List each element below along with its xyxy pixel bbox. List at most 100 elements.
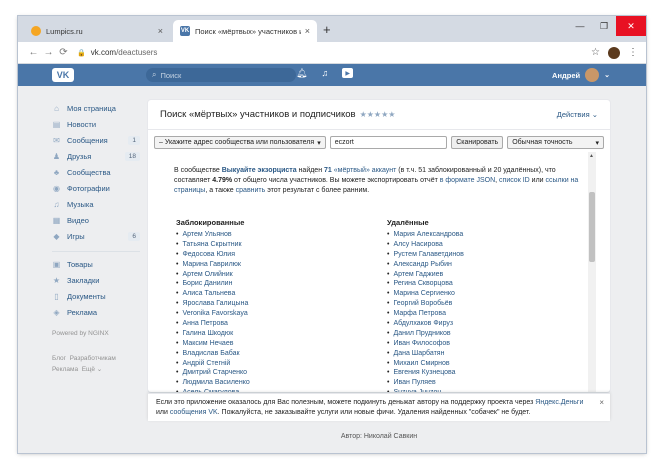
scrollbar-thumb[interactable] (589, 192, 595, 262)
sidebar-item-home[interactable]: ⌂ Моя страница (52, 100, 140, 116)
sidebar-item-video[interactable]: ▦ Видео (52, 212, 140, 228)
profile-link[interactable]: Дмитрий Старченко (176, 368, 250, 378)
reload-icon[interactable]: ⟳ (56, 47, 71, 58)
profile-link[interactable]: Иван Пуляев (387, 378, 464, 388)
tab-close-icon[interactable]: × (305, 26, 310, 36)
profile-link[interactable]: Иван Философов (387, 339, 464, 349)
group-link[interactable]: Выкуайте экзорциста (222, 167, 297, 174)
back-icon[interactable]: ← (26, 47, 41, 58)
source-select[interactable]: – Укажите адрес сообщества или пользоват… (154, 136, 326, 149)
close-notice-icon[interactable]: × (599, 398, 604, 408)
chevron-down-icon: ⌄ (604, 72, 610, 79)
export-json-link[interactable]: в формате JSON (440, 177, 495, 184)
sidebar-item-ads[interactable]: ◈ Реклама (52, 304, 140, 320)
scroll-up-icon[interactable]: ▲ (589, 153, 594, 159)
profile-link[interactable]: Регина Скворцова (387, 279, 464, 289)
profile-link[interactable]: Федосова Юлия (176, 250, 250, 260)
profile-link[interactable]: Рустем Галаветдинов (387, 250, 463, 260)
footer-link-dev[interactable]: Разработчикам (70, 355, 116, 362)
profile-link[interactable]: Ярослава Галицына (176, 299, 250, 309)
group-address-input[interactable]: eczort (329, 136, 448, 149)
vk-search-input[interactable]: ⌕ Поиск (146, 68, 296, 82)
profile-link[interactable]: Артем Олийник (176, 270, 250, 280)
url-field[interactable]: 🔒 vk.com/deactusers (77, 45, 591, 61)
profile-link[interactable]: Михаил Смирнов (387, 359, 464, 369)
compare-link[interactable]: сравнить (236, 187, 266, 194)
profile-link[interactable]: Данил Прудников (387, 329, 464, 339)
sidebar-item-games[interactable]: ◆ Игры 6 (52, 228, 140, 244)
profile-link[interactable]: Георгий Воробьёв (387, 299, 464, 309)
browser-menu-icon[interactable]: ⋮ (628, 47, 638, 58)
actions-dropdown[interactable]: Действия ⌄ (557, 110, 598, 119)
results-scrollbar[interactable]: ▲ (588, 152, 596, 392)
footer-link-more[interactable]: Ещё ⌄ (82, 366, 103, 373)
sidebar-item-news[interactable]: ▤ Новости (52, 116, 140, 132)
precision-label: Обычная точность (512, 139, 573, 146)
close-window-icon[interactable]: ✕ (616, 16, 646, 36)
profile-link[interactable]: Марина Сергиенко (387, 289, 464, 299)
profile-link[interactable]: Максим Нечаев (176, 339, 250, 349)
profile-link[interactable]: Марфа Петрова (387, 309, 464, 319)
yandex-money-link[interactable]: Яндекс.Деньги (535, 399, 583, 406)
profile-link[interactable]: Suzuya Juuzou (387, 388, 464, 392)
sidebar-item-market[interactable]: ▣ Товары (52, 256, 140, 272)
profile-link[interactable]: Татьяна Скрытник (176, 240, 250, 250)
profile-link[interactable]: Артем Гаджиев (387, 270, 464, 280)
tab-vk[interactable]: VK Поиск «мёртвых» участников и п × (173, 20, 317, 42)
sidebar-item-friends[interactable]: ♟ Друзья 18 (52, 148, 140, 164)
forward-icon[interactable]: → (41, 47, 56, 58)
blocked-heading: Заблокированные (176, 218, 245, 227)
profile-link[interactable]: Андрій Стегній (176, 359, 250, 369)
footer-link-blog[interactable]: Блог (52, 355, 66, 362)
sidebar-item-label: Реклама (67, 307, 98, 317)
extension-icon[interactable] (608, 46, 620, 59)
profile-link[interactable]: Дана Шарбатян (387, 349, 464, 359)
profile-link[interactable]: Людмила Василенко (176, 378, 249, 388)
sidebar-item-label: Видео (67, 215, 89, 225)
footer-link-ads[interactable]: Реклама (52, 366, 78, 373)
vk-logo[interactable]: VK (52, 68, 74, 82)
profile-link[interactable]: Алсу Насирова (387, 240, 464, 250)
profile-link[interactable]: Галина Шкодюк (176, 329, 250, 339)
play-icon[interactable]: ▶ (342, 68, 354, 78)
app-card: Поиск «мёртвых» участников и подписчиков… (148, 100, 610, 392)
precision-select[interactable]: Обычная точность ▾ (507, 136, 604, 149)
profile-link[interactable]: Алиса Тальнева (176, 289, 250, 299)
profile-link[interactable]: Марина Гаврилюк (176, 260, 250, 270)
sidebar-item-groups[interactable]: ♣ Сообщества (52, 164, 140, 180)
counter-badge: 18 (124, 151, 140, 161)
vk-messages-link[interactable]: сообщения VK (170, 409, 218, 416)
bookmark-star-icon[interactable]: ☆ (591, 47, 600, 58)
tab-lumpics[interactable]: Lumpics.ru × (24, 20, 170, 42)
user-menu[interactable]: Андрей ⌄ (552, 68, 610, 82)
profile-link[interactable]: Абдулхаков Фируз (387, 319, 464, 329)
dead-accounts-link[interactable]: «мёртвый» аккаунт (332, 167, 397, 174)
sidebar-item-photos[interactable]: ◉ Фотографии (52, 180, 140, 196)
dropdown-arrow-icon: ▾ (595, 139, 599, 147)
maximize-icon[interactable]: ❐ (592, 16, 616, 36)
vk-favicon-icon: VK (180, 26, 190, 36)
music-note-icon[interactable]: ♫ (321, 68, 328, 79)
scan-button[interactable]: Сканировать (451, 136, 504, 149)
sidebar-item-documents[interactable]: ▯ Документы (52, 288, 140, 304)
sidebar-item-bookmarks[interactable]: ★ Закладки (52, 272, 140, 288)
profile-link[interactable]: Евгения Кузнецова (387, 368, 464, 378)
new-tab-button[interactable]: + (323, 22, 331, 37)
minimize-icon[interactable]: — (568, 16, 592, 36)
profile-link[interactable]: Veronika Favorskaya (176, 309, 250, 319)
profile-link[interactable]: Асель Смагулова (176, 388, 250, 392)
sidebar-item-messages[interactable]: ✉ Сообщения 1 (52, 132, 140, 148)
profile-link[interactable]: Анна Петрова (176, 319, 250, 329)
sidebar-item-label: Сообщества (67, 167, 111, 177)
tab-close-icon[interactable]: × (158, 26, 163, 36)
profile-link[interactable]: Артем Ульянов (176, 230, 250, 240)
profile-link[interactable]: Борис Данилин (176, 279, 250, 289)
blocked-list: Артем УльяновТатьяна СкрытникФедосова Юл… (176, 230, 250, 392)
lock-icon: 🔒 (77, 49, 86, 57)
sidebar-item-music[interactable]: ♫ Музыка (52, 196, 140, 212)
profile-link[interactable]: Александр Рыбин (387, 260, 464, 270)
profile-link[interactable]: Владислав Бабак (176, 349, 250, 359)
export-ids-link[interactable]: список ID (499, 177, 530, 184)
profile-link[interactable]: Мария Александрова (387, 230, 464, 240)
notifications-bell-icon[interactable]: 🔔︎ (296, 68, 307, 79)
